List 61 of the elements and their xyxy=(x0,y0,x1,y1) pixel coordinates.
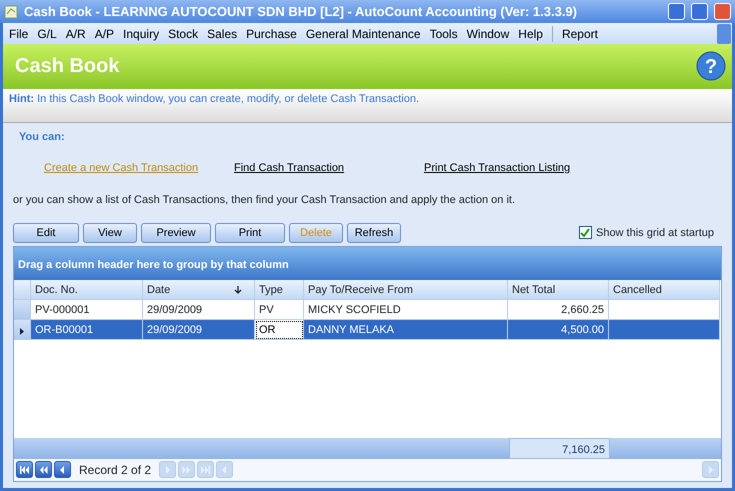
app-icon xyxy=(4,4,18,19)
menu-item[interactable]: Inquiry xyxy=(123,24,160,43)
window-title: Cash Book - LEARNNG AUTOCOUNT SDN BHD [L2] - AutoCount Accounting (Ver: 1.3.3.9) xyxy=(24,2,578,21)
close-button[interactable] xyxy=(714,3,731,20)
toolbar-button[interactable]: Preview xyxy=(141,222,211,243)
checkbox[interactable] xyxy=(578,226,592,240)
column-header[interactable]: Type xyxy=(255,280,304,300)
toolbar-button[interactable]: View xyxy=(83,222,137,243)
menu-item[interactable]: General Maintenance xyxy=(306,24,421,43)
total-cell: 7,160.25 xyxy=(509,438,610,459)
menu-item[interactable]: Help xyxy=(518,24,543,43)
menu-item[interactable]: Tools xyxy=(430,24,458,43)
arrow-icon xyxy=(182,466,192,474)
row-header-corner xyxy=(14,280,31,300)
column-header[interactable]: Net Total xyxy=(508,280,609,300)
menu-item[interactable]: Window xyxy=(466,24,510,43)
navigation-button[interactable] xyxy=(16,461,33,478)
menu-item[interactable]: A/R xyxy=(66,24,86,43)
table-cell: DANNY MELAKA xyxy=(304,320,508,340)
table-cell: 4,500.00 xyxy=(508,320,609,340)
menu-item[interactable]: Sales xyxy=(207,24,238,43)
maximize-button[interactable] xyxy=(691,3,708,20)
arrow-icon xyxy=(58,466,67,474)
record-label: Record 2 of 2 xyxy=(79,462,152,479)
navigation-button[interactable] xyxy=(54,461,71,478)
arrow-icon xyxy=(20,466,29,474)
group-panel: Drag a column header here to group by that column xyxy=(14,246,721,280)
column-header[interactable]: Date xyxy=(143,280,255,300)
table-cell: OR xyxy=(255,320,304,340)
arrow-icon xyxy=(201,466,210,474)
menu-item[interactable]: File xyxy=(9,24,28,43)
action-link[interactable]: Find Cash Transaction xyxy=(234,162,344,174)
page-title: Cash Book xyxy=(15,54,120,78)
toolbar-button[interactable]: Edit xyxy=(13,222,79,243)
arrow-icon xyxy=(39,466,48,474)
menu-overflow-button[interactable] xyxy=(717,24,731,44)
minimize-button[interactable] xyxy=(668,3,685,20)
column-header[interactable]: Cancelled xyxy=(609,280,720,300)
column-header[interactable]: Pay To/Receive From xyxy=(304,280,508,300)
menu-item[interactable]: Report xyxy=(562,24,598,43)
menu-item[interactable]: G/L xyxy=(37,24,57,43)
navigation-button[interactable] xyxy=(35,461,52,478)
show-grid-checkbox[interactable]: Show this grid at startup xyxy=(578,224,714,242)
action-link[interactable]: Print Cash Transaction Listing xyxy=(424,162,570,174)
row-indicator[interactable] xyxy=(14,320,31,340)
instruction-text: or you can show a list of Cash Transactions, then find your Cash Transaction and apply the action on it. xyxy=(13,193,516,208)
section-label: You can: xyxy=(19,130,66,146)
hint-text: Hint: In this Cash Book window, you can create, modify, or delete Cash Transaction. xyxy=(9,92,420,105)
help-glyph: ? xyxy=(704,56,718,78)
arrow-icon xyxy=(163,466,172,474)
table-cell: 29/09/2009 xyxy=(143,320,255,340)
help-icon[interactable]: ? xyxy=(696,51,726,82)
arrow-icon xyxy=(706,466,715,474)
menu-item[interactable]: A/P xyxy=(94,24,114,43)
table-cell: OR-B00001 xyxy=(31,320,143,340)
menu-item[interactable]: Stock xyxy=(168,24,198,43)
toolbar-button[interactable]: Print xyxy=(215,222,285,243)
column-header[interactable]: Doc. No. xyxy=(31,280,143,300)
menu-item[interactable]: Purchase xyxy=(246,24,297,43)
checkbox-label: Show this grid at startup xyxy=(596,226,714,241)
toolbar-button[interactable]: Refresh xyxy=(347,222,401,243)
